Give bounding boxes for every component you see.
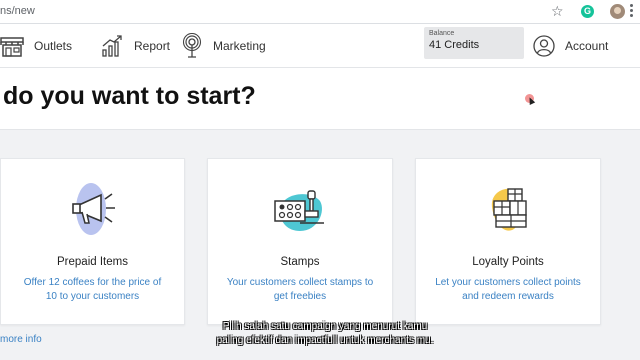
campaign-card-loyalty-points[interactable]: Loyalty Points Let your customers collec… [415, 158, 601, 325]
campaign-card-prepaid-items[interactable]: Prepaid Items Offer 12 coffees for the p… [0, 158, 185, 325]
subtitle-line: paling efektif dan impactfull untuk merc… [216, 335, 434, 346]
more-info-link[interactable]: more info [0, 334, 42, 345]
card-description-line: Your customers collect stamps to [226, 277, 374, 288]
card-description-line: Let your customers collect points [435, 277, 581, 288]
nav-report-label: Report [134, 39, 171, 53]
store-icon [0, 37, 24, 57]
card-description: Your customers collect stamps to get fre… [216, 276, 384, 304]
url-text[interactable]: ns/new [0, 5, 35, 17]
nav-outlets-label: Outlets [34, 39, 73, 53]
nav-account-label: Account [565, 39, 609, 53]
balance-widget[interactable]: Balance 41 Credits [424, 27, 524, 59]
card-title: Loyalty Points [472, 256, 544, 268]
profile-avatar-icon[interactable] [610, 4, 625, 19]
nav-outlets[interactable]: Outlets [0, 24, 72, 68]
gift-boxes-icon [491, 188, 527, 231]
grammarly-extension-icon[interactable]: G [581, 5, 594, 18]
card-description-line: 10 to your customers [45, 291, 140, 302]
balance-caption: Balance [429, 30, 455, 37]
browser-address-bar[interactable]: ns/new ☆ G [0, 0, 640, 24]
card-title: Stamps [280, 256, 320, 268]
mouse-cursor-icon [525, 94, 534, 103]
nav-account[interactable]: Account [533, 24, 608, 68]
browser-menu-icon[interactable] [630, 4, 634, 18]
page-header: do you want to start? [0, 68, 640, 130]
stamp-icon [274, 190, 324, 231]
balance-value: 41 Credits [429, 39, 480, 51]
card-description-line: Offer 12 coffees for the price of [23, 277, 162, 288]
nav-report[interactable]: Report [101, 24, 170, 68]
page-title: do you want to start? [3, 82, 256, 110]
card-description: Let your customers collect points and re… [424, 276, 592, 304]
campaign-card-stamps[interactable]: Stamps Your customers collect stamps to … [207, 158, 393, 325]
bookmark-star-icon[interactable]: ☆ [551, 3, 564, 20]
megaphone-icon [71, 183, 115, 235]
nav-marketing[interactable]: Marketing [182, 24, 266, 68]
top-navigation: Outlets Report Marketing Balance 41 Cred… [0, 24, 640, 68]
nav-marketing-label: Marketing [213, 39, 266, 53]
card-description: Offer 12 coffees for the price of 10 to … [9, 276, 176, 304]
subtitle-line: Pilih salah satu campaign yang menurut k… [222, 321, 428, 332]
card-description-line: get freebies [273, 291, 327, 302]
growth-chart-icon [102, 35, 122, 57]
card-description-line: and redeem rewards [462, 291, 554, 302]
card-title: Prepaid Items [57, 256, 128, 268]
user-avatar-icon [533, 35, 555, 57]
broadcast-icon [182, 33, 202, 58]
video-subtitle: Pilih salah satu campaign yang menurut k… [170, 320, 480, 348]
